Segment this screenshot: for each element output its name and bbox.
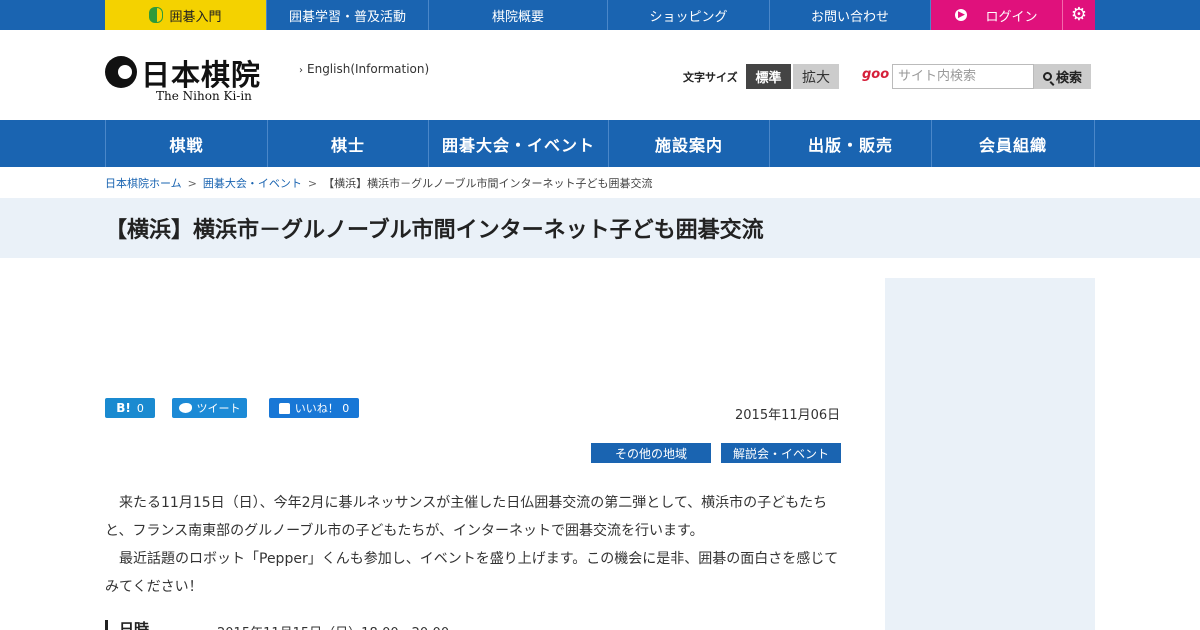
hatena-bookmark-button[interactable]: B! 0: [105, 398, 155, 418]
font-size-label: 文字サイズ: [683, 71, 738, 84]
info-value: 2015年11月15日（日）18:00～20:00: [217, 622, 449, 630]
like-label: いいね！: [294, 402, 339, 415]
nav-item-players[interactable]: 棋士: [268, 120, 429, 167]
breadcrumb-separator: >: [187, 177, 197, 190]
login-label: ログイン: [985, 9, 1038, 25]
category-tag-region[interactable]: その他の地域: [591, 443, 711, 463]
breadcrumb-home[interactable]: 日本棋院ホーム: [105, 177, 182, 190]
search-button[interactable]: 検索: [1034, 64, 1091, 89]
font-size-large-button[interactable]: 拡大: [793, 64, 839, 89]
info-label: 日時: [119, 620, 150, 630]
hatena-count: 0: [136, 401, 144, 415]
logo-mark-icon: [105, 56, 137, 88]
site-logo[interactable]: 日本棋院 The Nihon Ki-in: [105, 54, 275, 106]
article-paragraph: 最近話題のロボット「Pepper」くんも参加し、イベントを盛り上げます。この機会…: [105, 551, 839, 595]
tweet-button[interactable]: ツイート: [172, 398, 247, 418]
thumbs-up-icon: [278, 402, 290, 414]
breadcrumb: 日本棋院ホーム > 囲碁大会・イベント > 【横浜】横浜市－グルノーブル市間インターネッ…: [105, 175, 652, 191]
main-nav: 棋戦 棋士 囲碁大会・イベント 施設案内 出版・販売 会員組織: [0, 120, 1200, 167]
login-button[interactable]: ▶ ログイン: [931, 0, 1062, 30]
top-link-about[interactable]: 棋院概要: [429, 0, 608, 30]
article-body: 来たる11月15日（日）、今年2月に碁ルネッサンスが主催した日仏囲碁交流の第二弾…: [105, 489, 841, 601]
top-link-learning[interactable]: 囲碁学習・普及活動: [267, 0, 429, 30]
hatena-icon: B!: [116, 401, 131, 415]
breadcrumb-events[interactable]: 囲碁大会・イベント: [203, 177, 302, 190]
english-link-label: English(Information): [307, 62, 430, 76]
page-title: 【横浜】横浜市－グルノーブル市間インターネット子ども囲碁交流: [105, 218, 764, 243]
english-link[interactable]: › English(Information): [299, 62, 429, 76]
search-button-label: 検索: [1055, 71, 1082, 86]
search-input[interactable]: [892, 64, 1034, 89]
category-tag-event[interactable]: 解説会・イベント: [721, 443, 841, 463]
beginner-link[interactable]: 囲碁入門: [105, 0, 267, 30]
breadcrumb-current: 【横浜】横浜市－グルノーブル市間インターネット子ども囲碁交流: [323, 177, 653, 190]
nav-item-tournaments[interactable]: 棋戦: [106, 120, 268, 167]
article-paragraph: 来たる11月15日（日）、今年2月に碁ルネッサンスが主催した日仏囲碁交流の第二弾…: [105, 495, 828, 539]
top-link-contact[interactable]: お問い合わせ: [770, 0, 931, 30]
facebook-like-button[interactable]: いいね！ 0: [269, 398, 359, 418]
goo-logo: goo: [862, 67, 890, 82]
settings-button[interactable]: ⚙: [1062, 0, 1095, 30]
arrow-circle-icon: ▶: [955, 9, 968, 21]
search-icon: [1042, 72, 1052, 81]
post-date: 2015年11月06日: [735, 408, 841, 423]
breadcrumb-separator: >: [307, 177, 318, 190]
twitter-bird-icon: [178, 403, 192, 413]
gear-icon: ⚙: [1070, 4, 1088, 25]
sidebar-panel: [885, 278, 1095, 630]
logo-text: 日本棋院: [141, 58, 262, 92]
info-row-datetime: 日時 2015年11月15日（日）18:00～20:00: [105, 618, 841, 630]
beginner-leaf-icon: [149, 7, 164, 23]
tweet-label: ツイート: [196, 402, 241, 415]
nav-item-membership[interactable]: 会員組織: [932, 120, 1095, 167]
chevron-right-icon: ›: [299, 65, 303, 76]
info-marker: [105, 620, 108, 630]
nav-item-events[interactable]: 囲碁大会・イベント: [429, 120, 609, 167]
logo-subtitle: The Nihon Ki-in: [156, 89, 252, 103]
font-size-normal-button[interactable]: 標準: [746, 64, 791, 89]
nav-item-facilities[interactable]: 施設案内: [609, 120, 770, 167]
like-count: 0: [342, 401, 350, 415]
beginner-label: 囲碁入門: [169, 9, 222, 25]
top-link-shopping[interactable]: ショッピング: [608, 0, 770, 30]
top-utility-bar: 囲碁入門 囲碁学習・普及活動 棋院概要 ショッピング お問い合わせ ▶ ログイン…: [0, 0, 1200, 30]
nav-item-publishing[interactable]: 出版・販売: [770, 120, 932, 167]
